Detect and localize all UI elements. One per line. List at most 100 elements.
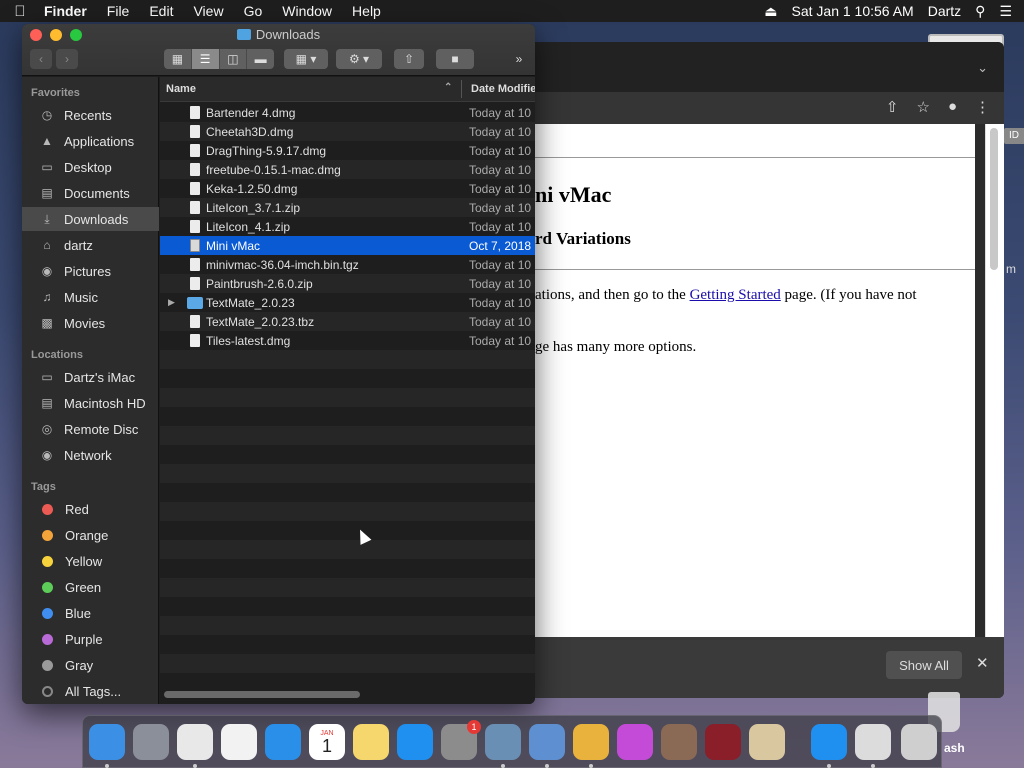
- app-store-icon[interactable]: [397, 724, 433, 760]
- sidebar-tag-purple[interactable]: Purple: [22, 627, 159, 651]
- chevron-down-icon[interactable]: ⌄: [977, 60, 988, 76]
- edge-tab-label: ID: [1004, 128, 1024, 144]
- file-row[interactable]: LiteIcon_3.7.1.zip Today at 10: [160, 198, 535, 217]
- menu-window[interactable]: Window: [272, 3, 342, 19]
- apple-icon[interactable]: : [0, 3, 40, 20]
- menu-clock[interactable]: Sat Jan 1 10:56 AM: [792, 3, 914, 19]
- show-all-button[interactable]: Show All: [886, 651, 962, 679]
- fantastical-icon[interactable]: [221, 724, 257, 760]
- menu-help[interactable]: Help: [342, 3, 391, 19]
- sidebar-tag-yellow[interactable]: Yellow: [22, 549, 159, 573]
- forward-button[interactable]: ›: [56, 49, 78, 69]
- file-row[interactable]: Paintbrush-2.6.0.zip Today at 10: [160, 274, 535, 293]
- menu-edit[interactable]: Edit: [139, 3, 183, 19]
- menu-app-name[interactable]: Finder: [40, 3, 97, 19]
- file-date-modified: Oct 7, 2018: [469, 238, 532, 253]
- file-row[interactable]: minivmac-36.04-imch.bin.tgz Today at 10: [160, 255, 535, 274]
- sidebar-item-remote-disc[interactable]: ◎ Remote Disc: [22, 417, 159, 441]
- column-view-icon[interactable]: ◫: [220, 49, 248, 69]
- horizontal-scrollbar[interactable]: [164, 691, 360, 698]
- safari-icon[interactable]: [265, 724, 301, 760]
- flower-icon[interactable]: [617, 724, 653, 760]
- sidebar-tag-green[interactable]: Green: [22, 575, 159, 599]
- more-menu-icon[interactable]: ⋮: [975, 98, 990, 116]
- disk-utility-icon[interactable]: [485, 724, 521, 760]
- paintbrush-icon[interactable]: [749, 724, 785, 760]
- wine-icon[interactable]: [705, 724, 741, 760]
- launchpad-icon[interactable]: [133, 724, 169, 760]
- group-by-button[interactable]: ▦ ▾: [284, 49, 328, 69]
- file-row[interactable]: freetube-0.15.1-mac.dmg Today at 10: [160, 160, 535, 179]
- column-divider[interactable]: [461, 80, 462, 98]
- sidebar-item-music[interactable]: ♫ Music: [22, 285, 159, 309]
- sidebar-item-imac[interactable]: ▭ Dartz's iMac: [22, 365, 159, 389]
- keka-icon[interactable]: [529, 724, 565, 760]
- spotlight-search-icon[interactable]: ⚲: [975, 3, 985, 20]
- menu-go[interactable]: Go: [234, 3, 273, 19]
- file-row[interactable]: Mini vMac Oct 7, 2018: [160, 236, 535, 255]
- system-preferences-icon[interactable]: 1: [441, 720, 481, 760]
- sidebar-item-label: Recents: [64, 107, 112, 123]
- sidebar-item-applications[interactable]: ▲ Applications: [22, 129, 159, 153]
- back-button[interactable]: ‹: [30, 49, 52, 69]
- share-icon[interactable]: ⇧: [394, 49, 424, 69]
- eject-icon[interactable]: ⏏: [764, 3, 777, 20]
- column-header-date-modified[interactable]: Date Modifie: [471, 83, 535, 95]
- sidebar-tag-blue[interactable]: Blue: [22, 601, 159, 625]
- file-row[interactable]: LiteIcon_4.1.zip Today at 10: [160, 217, 535, 236]
- share-icon[interactable]: ⇧: [886, 98, 899, 116]
- disclosure-triangle-icon[interactable]: ▶: [168, 297, 175, 308]
- file-date-modified: Today at 10: [469, 219, 532, 234]
- file-row[interactable]: Bartender 4.dmg Today at 10: [160, 103, 535, 122]
- control-center-icon[interactable]: ☰: [999, 3, 1012, 20]
- gallery-view-icon[interactable]: ▬: [247, 49, 274, 69]
- finder-titlebar[interactable]: Downloads ‹ › ▦ ☰ ◫ ▬ ▦ ▾ ⚙ ▾ ⇧ ■ »: [22, 24, 535, 76]
- tag-icon[interactable]: ■: [436, 49, 474, 69]
- file-row[interactable]: DragThing-5.9.17.dmg Today at 10: [160, 141, 535, 160]
- app-store-2-icon[interactable]: [811, 724, 847, 760]
- more-toolbar-icon[interactable]: »: [508, 49, 530, 69]
- sidebar-item-desktop[interactable]: ▭ Desktop: [22, 155, 159, 179]
- file-row[interactable]: Tiles-latest.dmg Today at 10: [160, 331, 535, 350]
- sidebar-item-macintosh-hd[interactable]: ▤ Macintosh HD: [22, 391, 159, 415]
- column-header-name[interactable]: Name: [166, 83, 196, 95]
- sidebar-tag-gray[interactable]: Gray: [22, 653, 159, 677]
- sidebar-item-recents[interactable]: ◷ Recents: [22, 103, 159, 127]
- menu-view[interactable]: View: [183, 3, 233, 19]
- sidebar-tag-orange[interactable]: Orange: [22, 523, 159, 547]
- trash-icon[interactable]: [901, 724, 937, 760]
- mini-vmac-icon[interactable]: [855, 724, 891, 760]
- file-name: Paintbrush-2.6.0.zip: [206, 276, 313, 291]
- finder-icon[interactable]: [89, 724, 125, 760]
- list-view-icon[interactable]: ☰: [191, 49, 220, 69]
- sidebar-item-network[interactable]: ◉ Network: [22, 443, 159, 467]
- sidebar-tag-all-tags[interactable]: All Tags...: [22, 679, 159, 703]
- action-gear-icon[interactable]: ⚙ ▾: [336, 49, 382, 69]
- profile-icon[interactable]: ●: [948, 98, 957, 116]
- tag-color-dot: [42, 659, 53, 671]
- notes-icon[interactable]: [353, 724, 389, 760]
- cheetah3d-icon[interactable]: [573, 724, 609, 760]
- calendar-icon[interactable]: JAN 1: [309, 724, 345, 760]
- bartender-icon[interactable]: [661, 724, 697, 760]
- file-row[interactable]: ▶ TextMate_2.0.23 Today at 10: [160, 293, 535, 312]
- sidebar-item-home[interactable]: ⌂ dartz: [22, 233, 159, 257]
- sidebar-tag-red[interactable]: Red: [22, 497, 159, 521]
- close-icon[interactable]: ✕: [976, 654, 989, 672]
- chrome-icon[interactable]: [177, 724, 213, 760]
- folder-icon: [236, 29, 251, 40]
- icon-view-icon[interactable]: ▦: [164, 49, 192, 69]
- file-row[interactable]: Cheetah3D.dmg Today at 10: [160, 122, 535, 141]
- page-scrollbar[interactable]: [990, 128, 998, 270]
- sidebar-item-movies[interactable]: ▩ Movies: [22, 311, 159, 335]
- file-row[interactable]: TextMate_2.0.23.tbz Today at 10: [160, 312, 535, 331]
- bookmark-star-icon[interactable]: ☆: [916, 98, 929, 116]
- sidebar-item-documents[interactable]: ▤ Documents: [22, 181, 159, 205]
- file-row[interactable]: Keka-1.2.50.dmg Today at 10: [160, 179, 535, 198]
- getting-started-link[interactable]: Getting Started: [690, 287, 781, 303]
- menu-file[interactable]: File: [97, 3, 140, 19]
- menu-user[interactable]: Dartz: [928, 3, 961, 19]
- sidebar-item-pictures[interactable]: ◉ Pictures: [22, 259, 159, 283]
- sidebar-item-downloads[interactable]: ⤓ Downloads: [22, 207, 159, 231]
- empty-row: [160, 426, 535, 445]
